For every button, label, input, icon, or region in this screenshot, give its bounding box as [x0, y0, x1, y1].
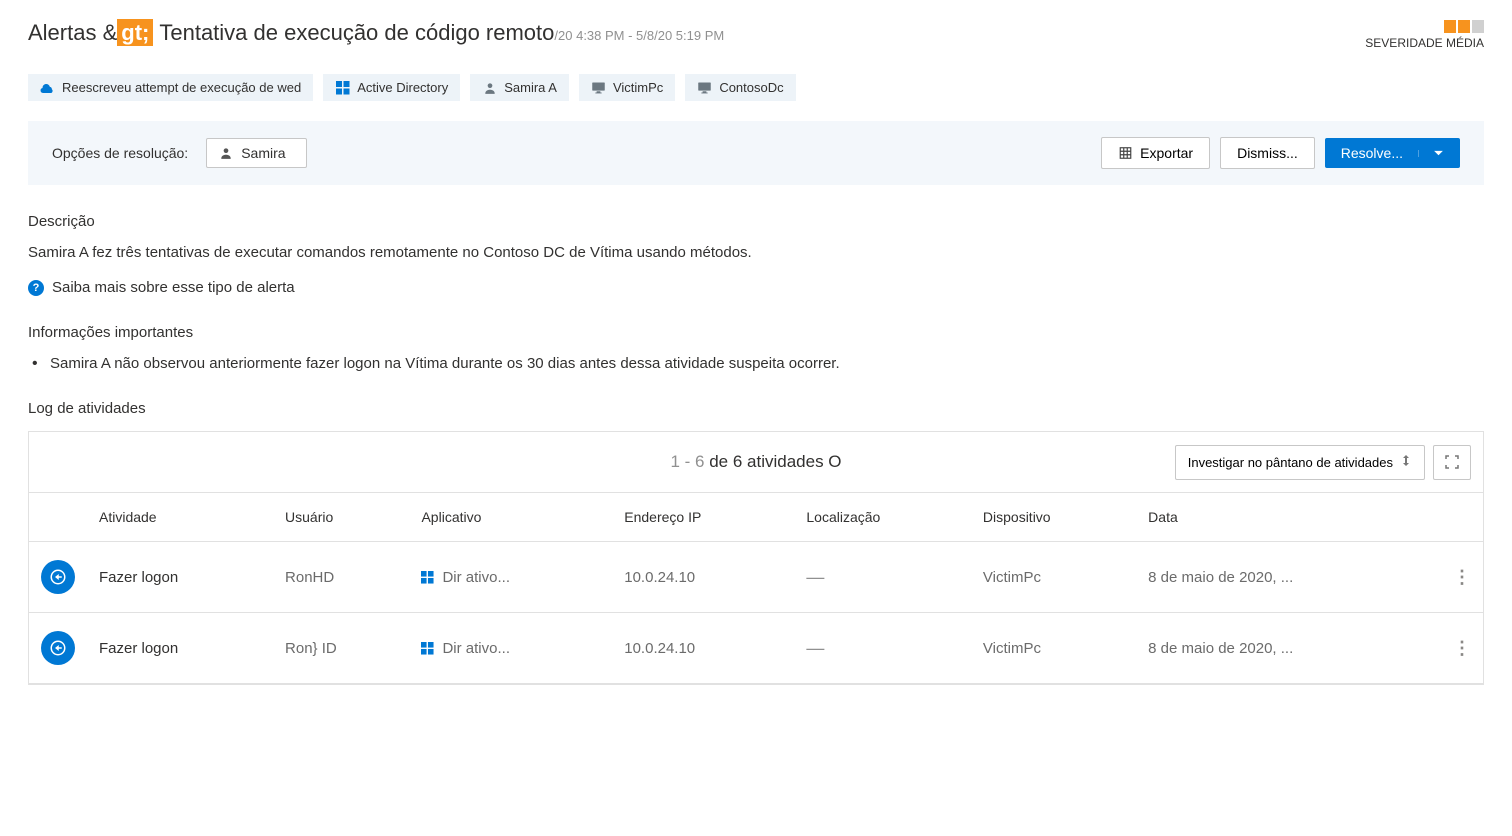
description-text: Samira A fez três tentativas de executar… — [28, 244, 1484, 261]
resolution-left: Opções de resolução: Samira — [52, 138, 307, 168]
learn-more-link[interactable]: ? Saiba mais sobre esse tipo de alerta — [28, 279, 1484, 296]
monitor-icon — [591, 80, 606, 95]
cell-location: — — [806, 638, 824, 658]
cell-location: — — [806, 567, 824, 587]
alert-title: Tentativa de execução de código remoto — [159, 20, 554, 46]
windows-icon — [421, 571, 434, 584]
table-row[interactable]: Fazer logon Ron} ID Dir ativo... 10.0.24… — [29, 613, 1483, 684]
chip-victimpc[interactable]: VictimPc — [579, 74, 675, 101]
more-actions-icon[interactable]: ⋮ — [1453, 638, 1471, 658]
col-date[interactable]: Data — [1136, 493, 1441, 542]
important-item: Samira A não observou anteriormente faze… — [32, 355, 1484, 372]
learn-more-label: Saiba mais sobre esse tipo de alerta — [52, 279, 295, 296]
cell-user: RonHD — [273, 542, 409, 613]
swamp-icon — [1400, 455, 1412, 469]
description-section: Descrição Samira A fez três tentativas d… — [28, 213, 1484, 296]
export-button[interactable]: Exportar — [1101, 137, 1210, 169]
cell-user: Ron} ID — [273, 613, 409, 684]
page-header: Alertas &gt; Tentativa de execução de có… — [28, 20, 1484, 50]
activity-range: 1 - 6 — [670, 452, 704, 471]
col-activity[interactable]: Atividade — [87, 493, 273, 542]
cell-date: 8 de maio de 2020, ... — [1136, 542, 1441, 613]
investigate-button[interactable]: Investigar no pântano de atividades — [1175, 445, 1425, 480]
activity-count: 1 - 6 de 6 atividades O — [670, 452, 841, 472]
chip-label: Active Directory — [357, 80, 448, 95]
col-device[interactable]: Dispositivo — [971, 493, 1136, 542]
cell-device: VictimPc — [971, 542, 1136, 613]
col-location[interactable]: Localização — [794, 493, 971, 542]
cell-app-label: Dir ativo... — [442, 569, 510, 586]
logon-icon — [41, 560, 75, 594]
windows-icon — [421, 642, 434, 655]
activity-log-section: Log de atividades 1 - 6 de 6 atividades … — [28, 400, 1484, 685]
person-icon — [219, 146, 233, 160]
resolve-label: Resolve... — [1341, 145, 1403, 161]
more-actions-icon[interactable]: ⋮ — [1453, 567, 1471, 587]
chip-label: VictimPc — [613, 80, 663, 95]
important-list: Samira A não observou anteriormente faze… — [28, 355, 1484, 372]
activity-title: Log de atividades — [28, 400, 1484, 417]
entity-chips: Reescreveu attempt de execução de wed Ac… — [28, 74, 1484, 101]
important-info-section: Informações importantes Samira A não obs… — [28, 324, 1484, 372]
dismiss-label: Dismiss... — [1237, 145, 1298, 161]
person-icon — [482, 80, 497, 95]
expand-icon — [1445, 455, 1459, 469]
severity-bars-icon — [1365, 20, 1484, 33]
cloud-icon — [40, 80, 55, 95]
severity-badge: SEVERIDADE MÉDIA — [1365, 20, 1484, 50]
cell-date: 8 de maio de 2020, ... — [1136, 613, 1441, 684]
breadcrumb[interactable]: Alertas &gt; — [28, 20, 153, 46]
chip-label: Samira A — [504, 80, 557, 95]
col-ip[interactable]: Endereço IP — [612, 493, 794, 542]
chevron-down-icon[interactable] — [1418, 150, 1444, 157]
user-select-value: Samira — [241, 145, 285, 161]
resolve-button[interactable]: Resolve... — [1325, 138, 1460, 168]
cell-app: Dir ativo... — [421, 569, 600, 586]
header-left: Alertas &gt; Tentativa de execução de có… — [28, 20, 724, 46]
user-select[interactable]: Samira — [206, 138, 306, 168]
cell-activity: Fazer logon — [87, 613, 273, 684]
chip-label: ContosoDc — [719, 80, 783, 95]
severity-label: SEVERIDADE MÉDIA — [1365, 36, 1484, 50]
windows-icon — [335, 80, 350, 95]
cell-ip: 10.0.24.10 — [612, 542, 794, 613]
export-label: Exportar — [1140, 145, 1193, 161]
cell-device: VictimPc — [971, 613, 1136, 684]
table-header-row: Atividade Usuário Aplicativo Endereço IP… — [29, 493, 1483, 542]
info-icon: ? — [28, 280, 44, 296]
description-title: Descrição — [28, 213, 1484, 230]
chip-rewrite-attempt[interactable]: Reescreveu attempt de execução de wed — [28, 74, 313, 101]
activity-panel: 1 - 6 de 6 atividades O Investigar no pâ… — [28, 431, 1484, 685]
chip-samira[interactable]: Samira A — [470, 74, 569, 101]
resolution-right: Exportar Dismiss... Resolve... — [1101, 137, 1460, 169]
investigate-label: Investigar no pântano de atividades — [1188, 455, 1393, 470]
table-row[interactable]: Fazer logon RonHD Dir ativo... 10.0.24.1… — [29, 542, 1483, 613]
cell-app-label: Dir ativo... — [442, 640, 510, 657]
logon-icon — [41, 631, 75, 665]
chip-active-directory[interactable]: Active Directory — [323, 74, 460, 101]
dismiss-button[interactable]: Dismiss... — [1220, 137, 1315, 169]
expand-button[interactable] — [1433, 445, 1471, 480]
breadcrumb-prefix: Alertas & — [28, 20, 117, 45]
cell-activity: Fazer logon — [87, 542, 273, 613]
col-user[interactable]: Usuário — [273, 493, 409, 542]
chip-label: Reescreveu attempt de execução de wed — [62, 80, 301, 95]
resolution-bar: Opções de resolução: Samira Exportar Dis… — [28, 121, 1484, 185]
breadcrumb-gt-highlight: gt; — [117, 19, 153, 46]
activity-of: de 6 atividades O — [705, 452, 842, 471]
export-icon — [1118, 146, 1133, 160]
resolution-label: Opções de resolução: — [52, 145, 188, 161]
cell-ip: 10.0.24.10 — [612, 613, 794, 684]
activity-header-actions: Investigar no pântano de atividades — [1175, 445, 1471, 480]
activity-header: 1 - 6 de 6 atividades O Investigar no pâ… — [29, 432, 1483, 493]
cell-app: Dir ativo... — [421, 640, 600, 657]
important-title: Informações importantes — [28, 324, 1484, 341]
chip-contosodc[interactable]: ContosoDc — [685, 74, 795, 101]
col-app[interactable]: Aplicativo — [409, 493, 612, 542]
monitor-icon — [697, 80, 712, 95]
alert-daterange: /20 4:38 PM - 5/8/20 5:19 PM — [554, 28, 724, 43]
activity-table: Atividade Usuário Aplicativo Endereço IP… — [29, 493, 1483, 684]
